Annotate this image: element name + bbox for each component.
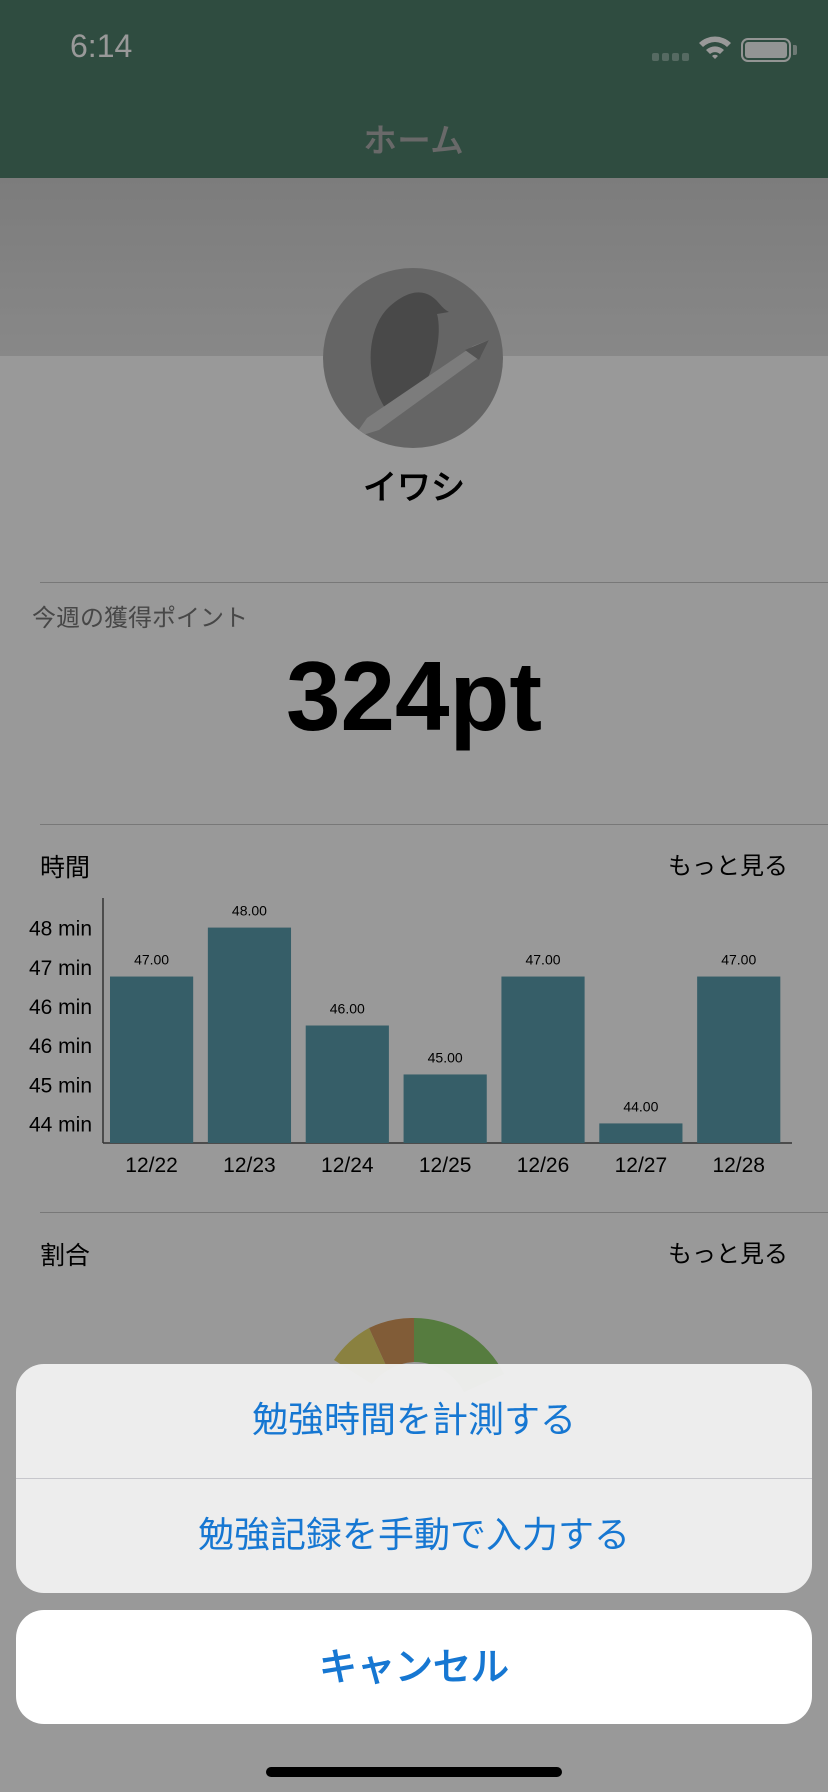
cancel-button[interactable]: キャンセル xyxy=(16,1610,812,1724)
manual-entry-button[interactable]: 勉強記録を手動で入力する xyxy=(16,1479,812,1593)
measure-study-time-button[interactable]: 勉強時間を計測する xyxy=(16,1364,812,1478)
action-sheet: 勉強時間を計測する 勉強記録を手動で入力する xyxy=(16,1364,812,1593)
app-screen: 6:14 ホーム イワシ 今週の獲得ポイント 324pt 時間 もっと見る 48… xyxy=(0,0,828,1792)
home-indicator[interactable] xyxy=(266,1767,562,1777)
